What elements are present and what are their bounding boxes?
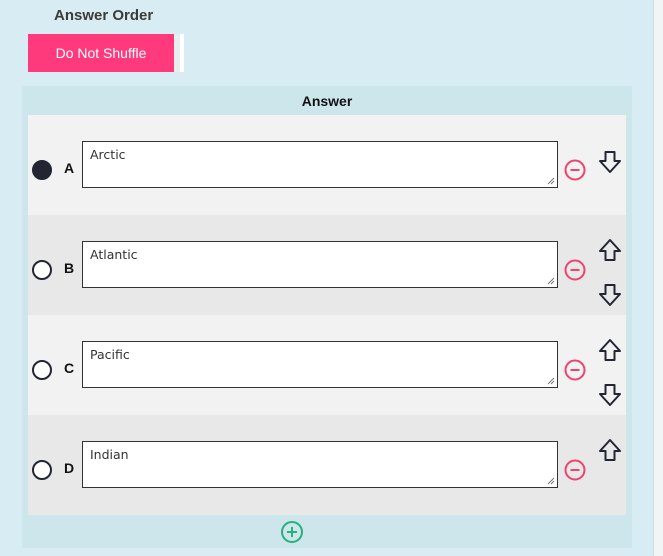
remove-answer-icon[interactable]	[564, 259, 586, 281]
remove-answer-icon[interactable]	[564, 159, 586, 181]
answer-letter-a: A	[64, 160, 75, 176]
answer-radio-b[interactable]	[32, 260, 52, 280]
answer-row-b: B Atlantic	[28, 215, 626, 315]
answer-order-title: Answer Order	[54, 7, 154, 24]
shuffle-toggle-track[interactable]	[180, 34, 184, 72]
do-not-shuffle-button[interactable]: Do Not Shuffle	[28, 34, 174, 72]
resize-grip-icon[interactable]	[546, 376, 555, 385]
arrow-up-icon[interactable]	[597, 437, 623, 463]
resize-grip-icon[interactable]	[546, 176, 555, 185]
answer-letter-c: C	[64, 360, 75, 376]
arrow-down-icon[interactable]	[597, 149, 623, 175]
answer-text-c: Pacific	[90, 347, 130, 362]
remove-answer-icon[interactable]	[564, 459, 586, 481]
answer-row-d: D Indian	[28, 415, 626, 515]
answer-input-c[interactable]: Pacific	[82, 341, 558, 388]
add-answer-icon[interactable]	[280, 520, 304, 544]
answer-input-a[interactable]: Arctic	[82, 141, 558, 188]
answer-letter-d: D	[64, 460, 75, 476]
arrow-up-icon[interactable]	[597, 237, 623, 263]
answer-text-b: Atlantic	[90, 247, 138, 262]
answer-input-b[interactable]: Atlantic	[82, 241, 558, 288]
answer-text-d: Indian	[90, 447, 129, 462]
answer-text-a: Arctic	[90, 147, 126, 162]
right-edge-panel	[653, 0, 663, 556]
arrow-down-icon[interactable]	[597, 382, 623, 408]
resize-grip-icon[interactable]	[546, 276, 555, 285]
resize-grip-icon[interactable]	[546, 476, 555, 485]
answer-radio-d[interactable]	[32, 460, 52, 480]
answer-row-a: A Arctic	[28, 115, 626, 215]
answer-row-c: C Pacific	[28, 315, 626, 415]
arrow-up-icon[interactable]	[597, 337, 623, 363]
answer-input-d[interactable]: Indian	[82, 441, 558, 488]
answer-panel: Answer A Arctic B Atlantic C Pacific D I…	[22, 86, 632, 548]
answer-radio-c[interactable]	[32, 360, 52, 380]
answer-header: Answer	[301, 93, 353, 109]
answer-radio-a[interactable]	[32, 160, 52, 180]
shuffle-control: Do Not Shuffle	[28, 34, 184, 72]
arrow-down-icon[interactable]	[597, 282, 623, 308]
answer-letter-b: B	[64, 260, 75, 276]
remove-answer-icon[interactable]	[564, 359, 586, 381]
